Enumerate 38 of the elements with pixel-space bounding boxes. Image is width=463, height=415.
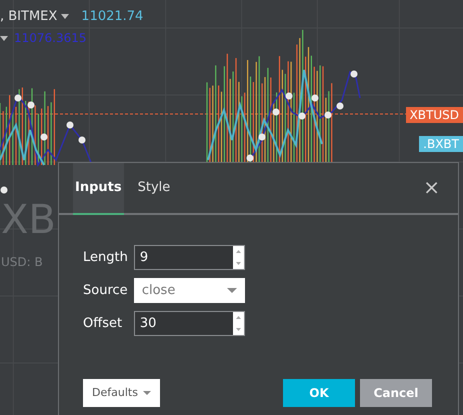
close-button[interactable]: × <box>423 177 440 197</box>
data-point <box>14 94 22 102</box>
data-point <box>246 154 254 162</box>
data-point <box>324 112 332 118</box>
data-point <box>258 134 266 140</box>
caret-icon <box>226 288 237 293</box>
defaults-button[interactable]: Defaults <box>83 379 160 407</box>
caret-icon[interactable] <box>0 36 8 40</box>
data-point <box>272 108 280 116</box>
indicator-value: 11076.3615 <box>14 30 87 47</box>
spinner-icon[interactable] <box>232 312 244 335</box>
data-point <box>286 92 292 100</box>
number-field[interactable]: 30 <box>134 311 245 336</box>
data-point <box>312 94 318 102</box>
index-line <box>0 122 45 166</box>
price-label: .BXBT <box>419 136 463 152</box>
data-point <box>78 136 86 144</box>
data-point <box>28 102 34 108</box>
tab[interactable]: Style <box>132 163 176 213</box>
symbol-exchange: , BITMEX <box>0 8 58 26</box>
number-field[interactable]: 9 <box>134 245 245 270</box>
field-label: Source <box>83 282 128 300</box>
data-point <box>66 122 74 128</box>
data-point <box>298 112 306 120</box>
data-point <box>350 70 358 78</box>
data-point <box>40 134 48 140</box>
caret-icon[interactable] <box>61 14 70 20</box>
price-label: XBTUSD <box>406 107 463 123</box>
field-label: Offset <box>83 314 124 333</box>
caret-icon <box>142 391 151 395</box>
data-point <box>336 102 344 110</box>
tab[interactable]: Inputs <box>73 163 124 215</box>
watermark-text: USD: B <box>1 256 43 268</box>
field-label: Length <box>83 248 128 267</box>
data-point <box>0 186 8 194</box>
spinner-icon[interactable] <box>232 246 244 269</box>
price-value: 11021.74 <box>81 8 144 26</box>
source-dropdown[interactable]: close <box>134 278 245 303</box>
